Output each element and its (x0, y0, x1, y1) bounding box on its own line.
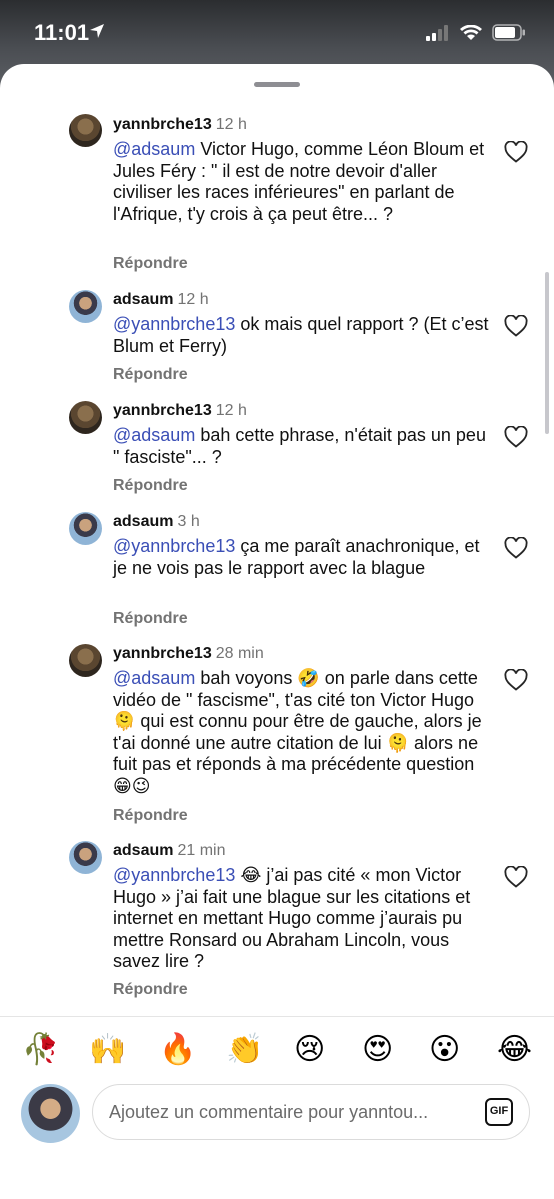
heart-icon[interactable] (504, 537, 528, 559)
emoji-heart-eyes[interactable]: 😍 (362, 1030, 393, 1070)
cellular-signal-icon (426, 24, 448, 41)
comment-header: yannbrche13 28 min (113, 645, 264, 663)
reply-button[interactable]: Répondre (113, 610, 188, 628)
emoji-crying-face[interactable]: 😢 (294, 1030, 325, 1070)
heart-icon[interactable] (504, 426, 528, 448)
comment-input-placeholder: Ajoutez un commentaire pour yanntou... (109, 1102, 429, 1122)
heart-icon[interactable] (504, 669, 528, 691)
avatar[interactable] (69, 401, 102, 434)
comment-text: @adsaum Victor Hugo, comme Léon Bloum et… (113, 139, 493, 225)
gif-button[interactable]: GIF (485, 1098, 513, 1126)
comment-time: 28 min (215, 645, 264, 662)
heart-icon[interactable] (504, 315, 528, 337)
emoji-tears-of-joy[interactable]: 😂 (497, 1030, 532, 1070)
emoji-surprised-face[interactable]: 😮 (429, 1030, 460, 1070)
comments-sheet: yannbrche13 12 h @adsaum Victor Hugo, com… (0, 64, 554, 1199)
comment-input[interactable]: Ajoutez un commentaire pour yanntou... G… (92, 1084, 530, 1140)
comment-time: 21 min (177, 842, 226, 859)
comment-time: 12 h (177, 291, 209, 308)
avatar[interactable] (69, 114, 102, 147)
wifi-icon (460, 24, 482, 40)
reply-button[interactable]: Répondre (113, 477, 188, 495)
status-bar: 11:01 (0, 0, 554, 64)
divider (0, 1016, 554, 1017)
comment-username[interactable]: adsaum (113, 291, 173, 308)
comment-header: yannbrche13 12 h (113, 402, 247, 420)
heart-icon[interactable] (504, 866, 528, 888)
reply-button[interactable]: Répondre (113, 807, 188, 825)
mention-link[interactable]: @yannbrche13 (113, 314, 235, 334)
comment-text: @yannbrche13 ça me paraît anachronique, … (113, 536, 493, 579)
emoji-quick-reactions: 🥀 🙌 🔥 👏 😢 😍 😮 😂 (0, 1030, 554, 1070)
comment-text: @adsaum bah cette phrase, n'était pas un… (113, 425, 493, 468)
reply-button[interactable]: Répondre (113, 981, 188, 999)
avatar[interactable] (69, 644, 102, 677)
comment-username[interactable]: adsaum (113, 513, 173, 530)
comment-header: adsaum 21 min (113, 842, 226, 860)
comment-text: @yannbrche13 ok mais quel rapport ? (Et … (113, 314, 493, 357)
comment-username[interactable]: yannbrche13 (113, 645, 212, 662)
reply-button[interactable]: Répondre (113, 255, 188, 273)
emoji-clapping-hands[interactable]: 👏 (226, 1030, 263, 1070)
battery-icon (492, 24, 525, 41)
comment-header: adsaum 3 h (113, 513, 200, 531)
avatar[interactable] (69, 841, 102, 874)
comment-header: adsaum 12 h (113, 291, 209, 309)
comment-username[interactable]: yannbrche13 (113, 116, 212, 133)
comment-time: 12 h (215, 402, 247, 419)
comment-username[interactable]: adsaum (113, 842, 173, 859)
scrollbar[interactable] (545, 272, 549, 434)
comment-time: 12 h (215, 116, 247, 133)
reply-button[interactable]: Répondre (113, 366, 188, 384)
comment-username[interactable]: yannbrche13 (113, 402, 212, 419)
comment-text: @adsaum bah voyons 🤣 on parle dans cette… (113, 668, 493, 797)
emoji-wilted-rose[interactable]: 🥀 (22, 1030, 59, 1070)
mention-link[interactable]: @adsaum (113, 668, 195, 688)
mention-link[interactable]: @adsaum (113, 425, 195, 445)
mention-link[interactable]: @yannbrche13 (113, 536, 235, 556)
mention-link[interactable]: @yannbrche13 (113, 865, 235, 885)
avatar[interactable] (69, 290, 102, 323)
comment-time: 3 h (177, 513, 200, 530)
emoji-raising-hands[interactable]: 🙌 (89, 1030, 126, 1070)
emoji-fire[interactable]: 🔥 (159, 1030, 196, 1070)
avatar[interactable] (69, 512, 102, 545)
comment-text: @yannbrche13 😂 j’ai pas cité « mon Victo… (113, 865, 493, 973)
mention-link[interactable]: @adsaum (113, 139, 195, 159)
heart-icon[interactable] (504, 141, 528, 163)
comment-header: yannbrche13 12 h (113, 116, 247, 134)
current-user-avatar (21, 1084, 80, 1143)
location-arrow-icon (90, 24, 104, 38)
sheet-grabber[interactable] (254, 82, 300, 87)
status-time: 11:01 (34, 20, 90, 45)
